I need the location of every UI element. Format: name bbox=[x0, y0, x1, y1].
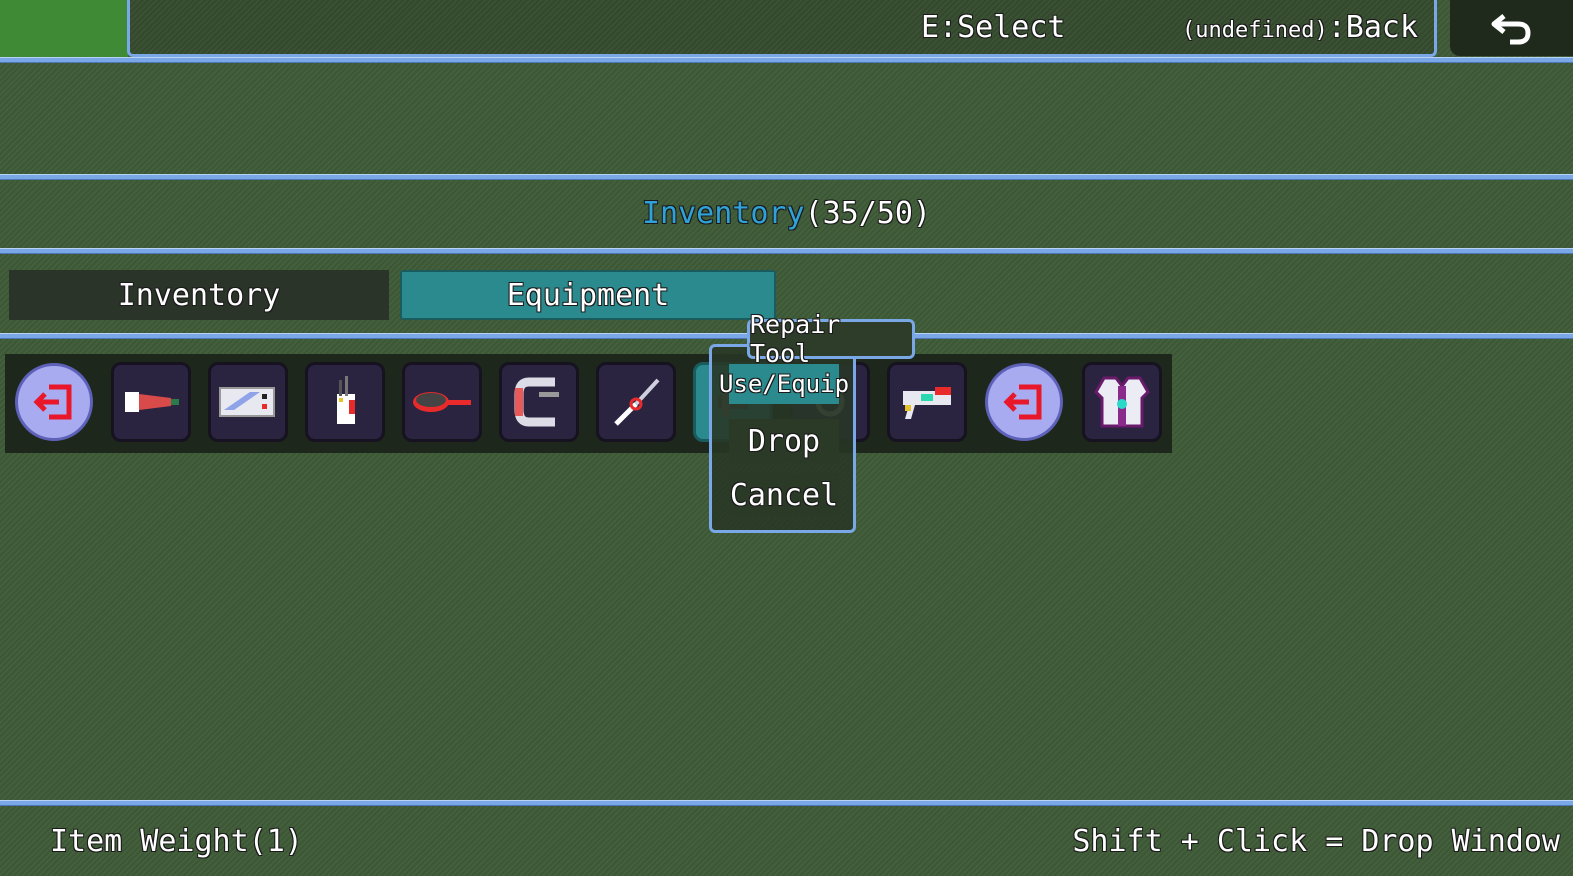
cancel-label: Cancel bbox=[729, 477, 839, 513]
divider-top bbox=[0, 57, 1573, 63]
back-button[interactable] bbox=[1450, 0, 1573, 56]
slot-unequip-2[interactable] bbox=[985, 363, 1063, 441]
tool-pouch-icon bbox=[337, 376, 355, 424]
back-hint-label: :Back bbox=[1327, 10, 1419, 45]
tab-inventory-label: Inventory bbox=[117, 277, 281, 313]
inventory-count-header: Inventory(35/50) bbox=[0, 196, 1573, 231]
divider-footer bbox=[0, 800, 1573, 806]
flashlight-icon bbox=[125, 392, 179, 412]
slot-battery[interactable] bbox=[208, 362, 288, 442]
c-clamp-icon bbox=[514, 377, 559, 427]
use-equip-option[interactable]: Use/Equip bbox=[719, 364, 849, 404]
return-arrow-icon bbox=[1491, 14, 1531, 45]
equipment-slot-row bbox=[5, 354, 1172, 453]
battery-icon bbox=[219, 387, 275, 417]
divider-header-bottom bbox=[0, 248, 1573, 254]
item-name: Repair Tool bbox=[750, 310, 841, 368]
slot-c-clamp[interactable] bbox=[499, 362, 579, 442]
slot-unequip-1[interactable] bbox=[15, 363, 93, 441]
item-weight: Item Weight(1) bbox=[50, 824, 303, 859]
select-hint: E:Select bbox=[921, 10, 1066, 45]
inventory-header-label: Inventory bbox=[642, 196, 805, 231]
back-hint: (undefined):Back bbox=[1182, 10, 1418, 45]
slot-flashlight[interactable] bbox=[111, 362, 191, 442]
frying-pan-icon bbox=[413, 392, 471, 412]
unequip-icon bbox=[1003, 384, 1042, 420]
item-context-menu: Use/Equip Drop Cancel bbox=[709, 344, 856, 533]
knife-icon bbox=[614, 378, 660, 426]
use-equip-label: Use/Equip bbox=[718, 370, 850, 398]
slot-frying-pan[interactable] bbox=[402, 362, 482, 442]
blaster-icon bbox=[903, 387, 951, 419]
divider-header-top bbox=[0, 174, 1573, 180]
slot-armor-vest[interactable] bbox=[1082, 362, 1162, 442]
tab-equipment[interactable]: Equipment bbox=[400, 270, 776, 320]
slot-knife[interactable] bbox=[596, 362, 676, 442]
slot-blaster[interactable] bbox=[887, 362, 967, 442]
slot-tool-pouch[interactable] bbox=[305, 362, 385, 442]
map-background-corner bbox=[0, 0, 128, 60]
back-key-label: (undefined) bbox=[1182, 18, 1328, 43]
drop-option[interactable]: Drop bbox=[729, 419, 839, 463]
drop-window-hint: Shift + Click = Drop Window bbox=[1072, 824, 1560, 859]
unequip-icon bbox=[33, 384, 72, 420]
cancel-option[interactable]: Cancel bbox=[729, 473, 839, 517]
tab-equipment-label: Equipment bbox=[506, 277, 670, 313]
item-name-tooltip: Repair Tool bbox=[747, 310, 915, 368]
armor-vest-icon bbox=[1094, 376, 1150, 428]
drop-label: Drop bbox=[747, 423, 821, 459]
tab-inventory[interactable]: Inventory bbox=[9, 270, 389, 320]
inventory-count: (35/50) bbox=[804, 196, 931, 231]
